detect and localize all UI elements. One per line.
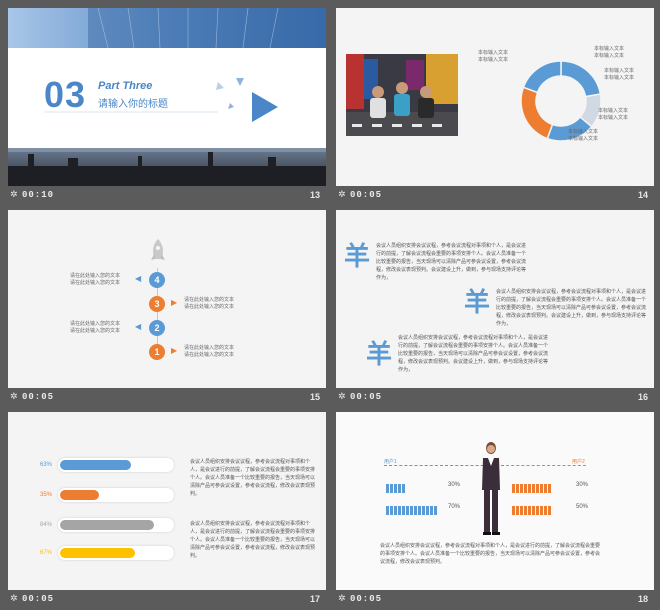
- donut-label: 本标输入文本: [604, 75, 635, 81]
- arrow-icon: ▶: [171, 298, 178, 307]
- slide-time: 00:05: [350, 594, 383, 604]
- stat-value: 50%: [576, 504, 589, 510]
- user-left-label: 用户1: [384, 459, 397, 465]
- calligraphy-glyph: 羊: [366, 340, 393, 370]
- slide-18-caption: ✲ 00:05 18: [336, 590, 654, 610]
- step-3-text: 请在此处输入您的文本: [184, 297, 235, 303]
- slide-number: 13: [309, 190, 320, 200]
- slide-18[interactable]: 用户1 用户2 30% 30% 70% 50% 会议人员组织安排会议议程，参考会…: [336, 412, 654, 590]
- slide-15[interactable]: 4 3 2 1 ◀ ▶ ◀ ▶ 请在此处输入您的文本 请在此处输入您的文本 请在…: [8, 210, 326, 388]
- progress-percent: 67%: [40, 550, 53, 556]
- calligraphy-glyph: 羊: [344, 242, 371, 272]
- paragraph-3: 会议人员组织安排会议议程，参考会议流程对事项和个人，是会议进行的前提，了解会议流…: [398, 335, 549, 373]
- donut-label: 本标输入文本: [598, 115, 629, 121]
- arrow-icon: ◀: [135, 322, 142, 331]
- paragraph: 会议人员组织安排会议议程，参考会议流程对事项和个人，是会议进行的前提，了解会议流…: [380, 543, 601, 565]
- transition-icon: ✲: [10, 189, 18, 199]
- stat-value: 70%: [448, 504, 461, 510]
- segments-orange-2: [512, 502, 552, 520]
- progress-track: [58, 458, 174, 472]
- slide-15-caption: ✲ 00:05 15: [8, 388, 326, 408]
- step-4-text: 请在此处输入您的文本: [70, 273, 121, 279]
- part-number: 03: [44, 74, 87, 115]
- slide-time: 00:05: [22, 392, 55, 402]
- slide-time: 00:05: [350, 190, 383, 200]
- step-3-text: 请在此处输入您的文本: [184, 304, 235, 310]
- transition-icon: ✲: [338, 391, 346, 401]
- step-1-text: 请在此处输入您的文本: [184, 352, 235, 358]
- step-2-text: 请在此处输入您的文本: [70, 321, 121, 327]
- divider-line: [506, 465, 586, 466]
- segments-blue-1: [386, 480, 406, 498]
- donut-label: 本标输入文本: [598, 108, 629, 114]
- progress-track: [58, 546, 174, 560]
- segments-orange-1: [512, 480, 552, 498]
- part-label: Part Three: [98, 80, 153, 92]
- slide-number: 18: [637, 594, 648, 604]
- paragraph-bottom: 会议人员组织安排会议议程，参考会议流程对事项和个人，是会议进行的前提，了解会议流…: [190, 521, 316, 559]
- slide-14-caption: ✲ 00:05 14: [336, 186, 654, 206]
- donut-label: 本标输入文本: [568, 129, 599, 135]
- donut-label: 本标输入文本: [594, 46, 625, 52]
- progress-percent: 84%: [40, 522, 53, 528]
- stat-value: 30%: [448, 482, 461, 488]
- step-badge-4: 4: [149, 272, 165, 288]
- street-photo: [346, 54, 458, 136]
- arrow-icon: ▶: [171, 346, 178, 355]
- businesswoman-figure: [482, 442, 500, 535]
- progress-fill-3: [60, 548, 136, 558]
- arrow-icon: ◀: [135, 274, 142, 283]
- step-badge-3: 3: [149, 296, 165, 312]
- progress-fill-2: [60, 520, 155, 530]
- step-1-text: 请在此处输入您的文本: [184, 345, 235, 351]
- slide-16[interactable]: 羊 会议人员组织安排会议议程，参考会议流程对事项和个人，是会议进行的前提，了解会…: [336, 210, 654, 388]
- slide-time: 00:05: [22, 594, 55, 604]
- slide-16-caption: ✲ 00:05 16: [336, 388, 654, 408]
- slide-17[interactable]: 63% 35% 84% 67% 会议人员组织安排会议议程，参考会议流程对事项和个…: [8, 412, 326, 590]
- paragraph-1: 会议人员组织安排会议议程，参考会议流程对事项和个人，是会议进行的前提，了解会议流…: [376, 243, 527, 281]
- slide-13-caption: ✲ 00:10 13: [8, 186, 326, 206]
- donut-label: 本标输入文本: [568, 136, 599, 142]
- donut-segment: [520, 86, 554, 140]
- step-2-text: 请在此处输入您的文本: [70, 328, 121, 334]
- progress-track: [58, 488, 174, 502]
- donut-label: 本标输入文本: [478, 50, 509, 56]
- user-right-label: 用户2: [572, 459, 585, 465]
- slide-13[interactable]: 03 Part Three 请输入你的标题: [8, 8, 326, 186]
- progress-percent: 63%: [40, 462, 53, 468]
- slide-title: 请输入你的标题: [98, 99, 168, 110]
- donut-label: 本标输入文本: [478, 57, 509, 63]
- donut-label: 本标输入文本: [604, 68, 635, 74]
- calligraphy-glyph: 羊: [464, 288, 491, 318]
- transition-icon: ✲: [10, 593, 18, 603]
- stat-value: 30%: [576, 482, 589, 488]
- slide-number: 16: [637, 392, 648, 402]
- slide-number: 15: [309, 392, 320, 402]
- progress-track: [58, 518, 174, 532]
- donut-segment: [522, 60, 562, 94]
- step-badge-2: 2: [149, 320, 165, 336]
- paragraph-2: 会议人员组织安排会议议程，参考会议流程对事项和个人，是会议进行的前提，了解会议流…: [496, 289, 647, 327]
- slide-number: 14: [637, 190, 648, 200]
- slide-number: 17: [309, 594, 320, 604]
- step-4-text: 请在此处输入您的文本: [70, 280, 121, 286]
- progress-fill-1: [60, 490, 100, 500]
- donut-label: 本标输入文本: [594, 53, 625, 59]
- slide-17-caption: ✲ 00:05 17: [8, 590, 326, 610]
- step-badge-1: 1: [149, 344, 165, 360]
- progress-percent: 35%: [40, 492, 53, 498]
- transition-icon: ✲: [338, 593, 346, 603]
- transition-icon: ✲: [10, 391, 18, 401]
- slide-14[interactable]: 本标输入文本 本标输入文本 本标输入文本 本标输入文本 本标输入文本 本标输入文…: [336, 8, 654, 186]
- segments-blue-2: [386, 502, 438, 520]
- donut-segment: [560, 60, 602, 98]
- rocket-icon: [151, 239, 165, 260]
- slide-time: 00:10: [22, 190, 55, 200]
- progress-fill-0: [60, 460, 131, 470]
- transition-icon: ✲: [338, 189, 346, 199]
- slide-time: 00:05: [350, 392, 383, 402]
- paragraph-top: 会议人员组织安排会议议程，参考会议流程对事项和个人，是会议进行的前提，了解会议流…: [190, 459, 316, 497]
